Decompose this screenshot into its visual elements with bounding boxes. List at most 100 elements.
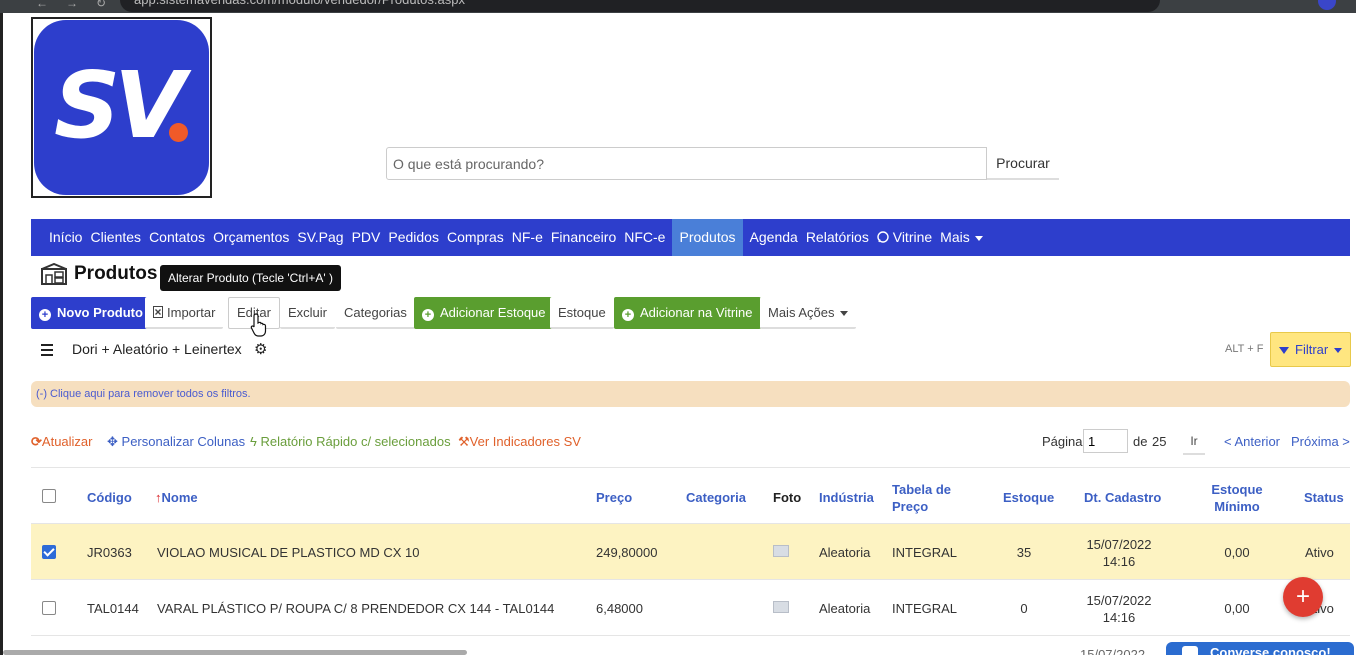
- nav-item-nfe[interactable]: NF-e: [508, 219, 547, 256]
- excluir-button[interactable]: Excluir: [280, 297, 336, 329]
- cell-estoque: 35: [1016, 545, 1032, 560]
- atualizar-link[interactable]: ⟳Atualizar: [31, 434, 92, 450]
- add-fab-button[interactable]: +: [1283, 577, 1323, 617]
- cell-codigo: TAL0144: [87, 601, 139, 616]
- next-page-link[interactable]: Próxima >: [1291, 434, 1350, 449]
- menu-icon[interactable]: [41, 344, 53, 356]
- plus-circle-icon: +: [422, 309, 434, 321]
- cell-preco: 249,80000: [596, 545, 658, 560]
- go-to-page-button[interactable]: Ir: [1183, 429, 1205, 455]
- row-checkbox[interactable]: [42, 601, 56, 615]
- partial-row-date: 15/07/2022: [1080, 647, 1146, 655]
- forward-icon[interactable]: →: [66, 0, 78, 10]
- product-photo-icon[interactable]: [773, 601, 789, 613]
- address-bar[interactable]: app.sistemavendas.com/modulo/vendedor/Pr…: [120, 0, 1160, 12]
- gear-icon[interactable]: ⚙: [254, 340, 267, 358]
- plus-circle-icon: +: [622, 309, 634, 321]
- nav-item-produtos[interactable]: Produtos: [672, 219, 743, 256]
- chat-icon: [1182, 646, 1198, 655]
- page-title: Produtos: [74, 263, 158, 284]
- reload-icon[interactable]: ↻: [96, 0, 108, 10]
- nav-item-orcamentos[interactable]: Orçamentos: [209, 219, 293, 256]
- select-all-checkbox[interactable]: [42, 489, 56, 503]
- nav-item-vitrine[interactable]: Vitrine: [873, 219, 936, 256]
- bolt-icon: ϟ: [250, 434, 257, 449]
- cell-date: 15/07/2022: [1086, 537, 1152, 552]
- cell-estoque: 0: [1020, 601, 1028, 616]
- nav-item-nfce[interactable]: NFC-e: [620, 219, 669, 256]
- funnel-icon: [1279, 347, 1289, 355]
- ver-indicadores-link[interactable]: ⚒Ver Indicadores SV: [458, 434, 581, 450]
- page-number-input[interactable]: [1083, 429, 1128, 453]
- whatsapp-icon: [877, 231, 889, 243]
- cell-estoque-minimo: 0,00: [1224, 545, 1250, 560]
- search-input[interactable]: [386, 147, 987, 180]
- relatorio-rapido-link[interactable]: ϟ Relatório Rápido c/ selecionados: [250, 434, 451, 449]
- page-of-label: de: [1133, 434, 1148, 449]
- horizontal-scrollbar[interactable]: [3, 650, 467, 655]
- column-preco[interactable]: Preço: [596, 489, 632, 506]
- profile-avatar[interactable]: [1318, 0, 1336, 10]
- column-status[interactable]: Status: [1304, 489, 1344, 506]
- column-estoque-minimo[interactable]: Estoque Mínimo: [1207, 481, 1267, 515]
- nav-item-mais[interactable]: Mais: [936, 219, 987, 256]
- browser-chrome: ← → ↻ app.sistemavendas.com/modulo/vende…: [0, 0, 1356, 13]
- row-checkbox[interactable]: [42, 545, 56, 559]
- table-row[interactable]: JR0363 VIOLAO MUSICAL DE PLASTICO MD CX …: [31, 524, 1350, 580]
- column-codigo[interactable]: Código: [87, 489, 132, 506]
- table-row[interactable]: TAL0144 VARAL PLÁSTICO P/ ROUPA C/ 8 PRE…: [31, 580, 1350, 636]
- adicionar-vitrine-button[interactable]: + Adicionar na Vitrine: [614, 297, 761, 329]
- nav-item-svpag[interactable]: SV.Pag: [293, 219, 347, 256]
- logo-frame[interactable]: SV: [31, 17, 212, 198]
- adicionar-estoque-button[interactable]: + Adicionar Estoque: [414, 297, 554, 329]
- nav-item-agenda[interactable]: Agenda: [746, 219, 802, 256]
- nav-item-contatos[interactable]: Contatos: [145, 219, 209, 256]
- search-button[interactable]: Procurar: [987, 147, 1059, 180]
- nav-item-pdv[interactable]: PDV: [348, 219, 385, 256]
- product-photo-icon[interactable]: [773, 545, 789, 557]
- nav-item-financeiro[interactable]: Financeiro: [547, 219, 620, 256]
- ver-indicadores-label: Ver Indicadores SV: [469, 434, 581, 449]
- saved-filter-name[interactable]: Dori + Aleatório + Leinertex: [72, 341, 242, 357]
- hand-cursor-icon: [250, 313, 267, 337]
- nav-item-compras[interactable]: Compras: [443, 219, 508, 256]
- novo-produto-button[interactable]: + Novo Produto: [31, 297, 151, 329]
- chat-button[interactable]: Converse conosco!: [1166, 642, 1354, 655]
- column-categoria[interactable]: Categoria: [686, 489, 746, 506]
- column-estoque[interactable]: Estoque: [1003, 489, 1054, 506]
- adicionar-vitrine-label: Adicionar na Vitrine: [640, 305, 753, 320]
- column-nome[interactable]: ↑Nome: [155, 489, 198, 506]
- column-dt-cadastro[interactable]: Dt. Cadastro: [1084, 489, 1161, 506]
- column-tabela-preco[interactable]: Tabela de Preço: [892, 481, 951, 515]
- previous-page-link[interactable]: < Anterior: [1224, 434, 1280, 449]
- nav-item-relatorios[interactable]: Relatórios: [802, 219, 873, 256]
- cell-codigo: JR0363: [87, 545, 132, 560]
- chevron-down-icon: [974, 235, 983, 241]
- mais-acoes-button[interactable]: Mais Ações: [760, 297, 857, 329]
- column-industria[interactable]: Indústria: [819, 489, 874, 506]
- novo-produto-label: Novo Produto: [57, 305, 143, 320]
- importar-label: Importar: [167, 305, 216, 320]
- personalizar-colunas-link[interactable]: ✥ Personalizar Colunas: [107, 434, 245, 450]
- nav-item-inicio[interactable]: Início: [45, 219, 86, 256]
- cell-estoque-minimo: 0,00: [1224, 601, 1250, 616]
- column-tabela-preco-line2: Preço: [892, 499, 929, 514]
- back-icon[interactable]: ←: [36, 0, 48, 10]
- warehouse-icon: [41, 263, 67, 285]
- importar-button[interactable]: Importar: [145, 297, 224, 329]
- page-label: Página: [1042, 434, 1083, 449]
- categorias-button[interactable]: Categorias: [336, 297, 415, 329]
- logo-dot: [169, 123, 188, 142]
- filtrar-label: Filtrar: [1295, 342, 1329, 357]
- logo-text: SV: [54, 52, 185, 159]
- nav-item-clientes[interactable]: Clientes: [86, 219, 145, 256]
- remove-filters-banner[interactable]: (-) Clique aqui para remover todos os fi…: [31, 381, 1350, 407]
- mais-acoes-label: Mais Ações: [768, 305, 835, 320]
- column-estoque-minimo-line1: Estoque: [1211, 482, 1263, 497]
- column-nome-label: Nome: [161, 490, 198, 505]
- chart-icon: ⚒: [458, 434, 470, 449]
- estoque-button[interactable]: Estoque: [550, 297, 614, 329]
- filtrar-button[interactable]: Filtrar: [1270, 332, 1351, 367]
- nav-item-pedidos[interactable]: Pedidos: [384, 219, 443, 256]
- chevron-down-icon: [840, 311, 849, 317]
